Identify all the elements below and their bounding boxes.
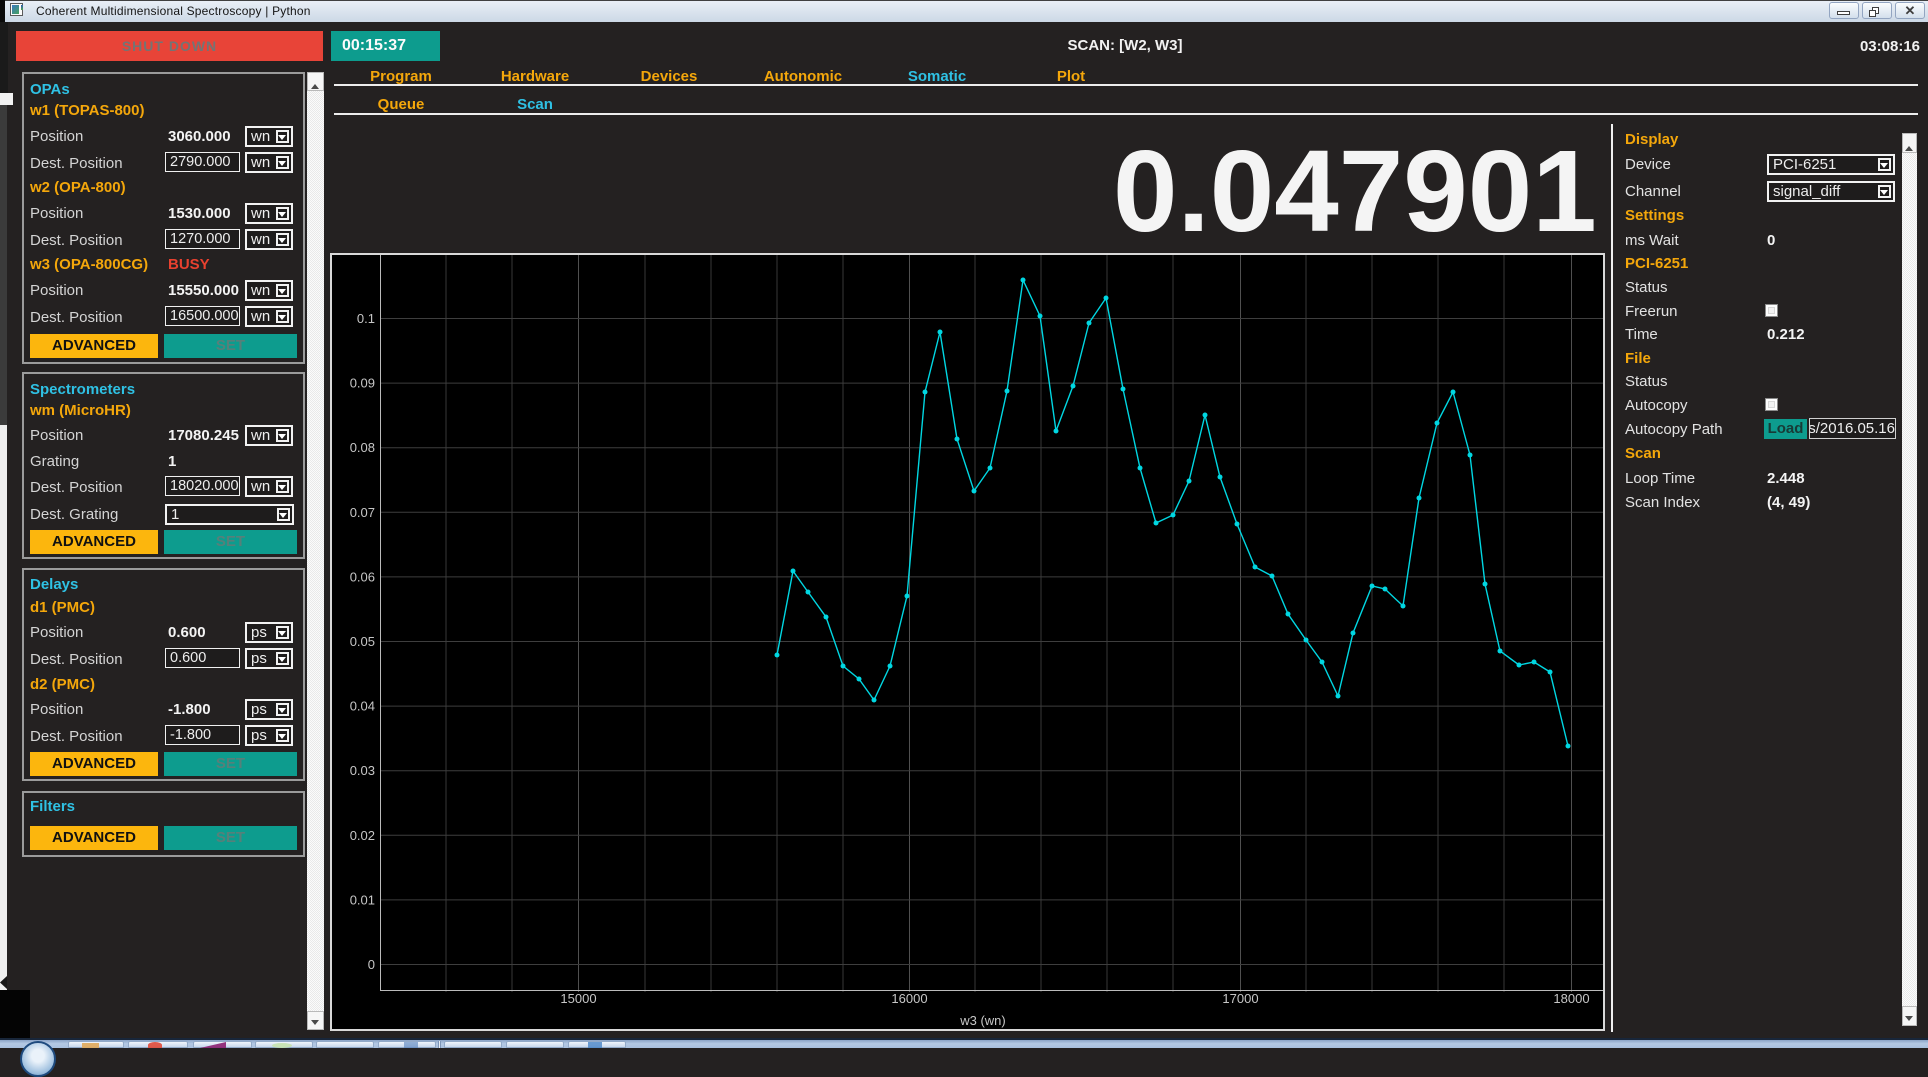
- svg-text:0.08: 0.08: [350, 440, 375, 455]
- svg-text:0.05: 0.05: [350, 634, 375, 649]
- svg-text:w3 (wn): w3 (wn): [959, 1013, 1006, 1028]
- svg-text:0.1: 0.1: [357, 311, 375, 326]
- svg-text:15000: 15000: [560, 991, 596, 1006]
- svg-text:17000: 17000: [1222, 991, 1258, 1006]
- svg-text:0.09: 0.09: [350, 376, 375, 391]
- svg-text:0.07: 0.07: [350, 505, 375, 520]
- svg-text:0.06: 0.06: [350, 569, 375, 584]
- svg-text:0.03: 0.03: [350, 763, 375, 778]
- svg-text:16000: 16000: [891, 991, 927, 1006]
- svg-text:18000: 18000: [1553, 991, 1589, 1006]
- svg-text:0.01: 0.01: [350, 892, 375, 907]
- svg-text:0.04: 0.04: [350, 699, 375, 714]
- svg-text:0: 0: [368, 957, 375, 972]
- svg-text:0.02: 0.02: [350, 828, 375, 843]
